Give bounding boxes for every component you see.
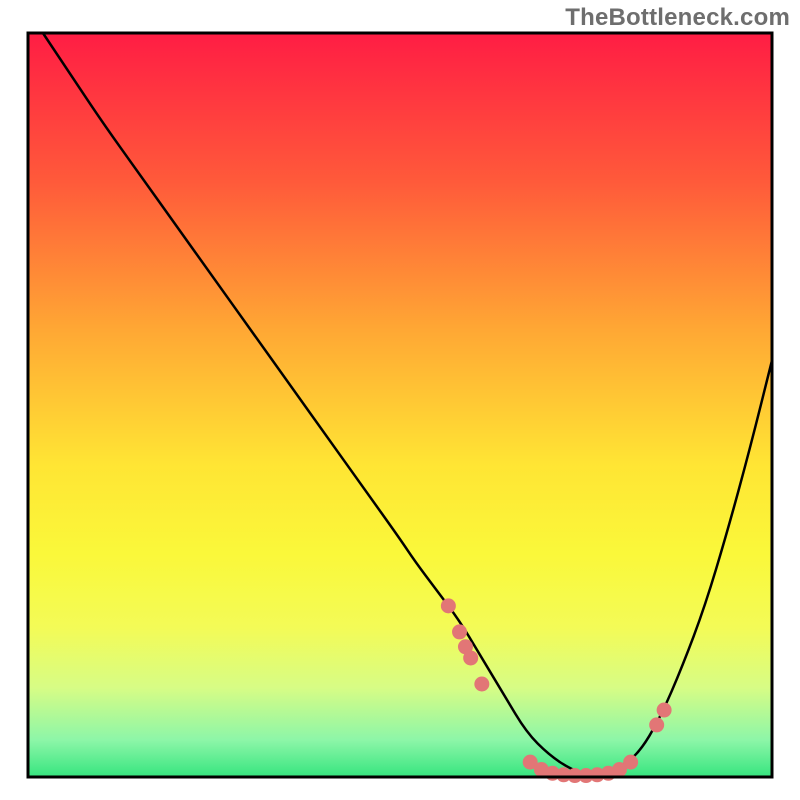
curve-marker	[649, 717, 664, 732]
curve-marker	[657, 703, 672, 718]
bottleneck-chart	[0, 0, 800, 800]
plot-background	[28, 33, 772, 777]
curve-marker	[441, 598, 456, 613]
curve-marker	[463, 650, 478, 665]
curve-marker	[623, 755, 638, 770]
curve-marker	[452, 624, 467, 639]
curve-marker	[474, 677, 489, 692]
